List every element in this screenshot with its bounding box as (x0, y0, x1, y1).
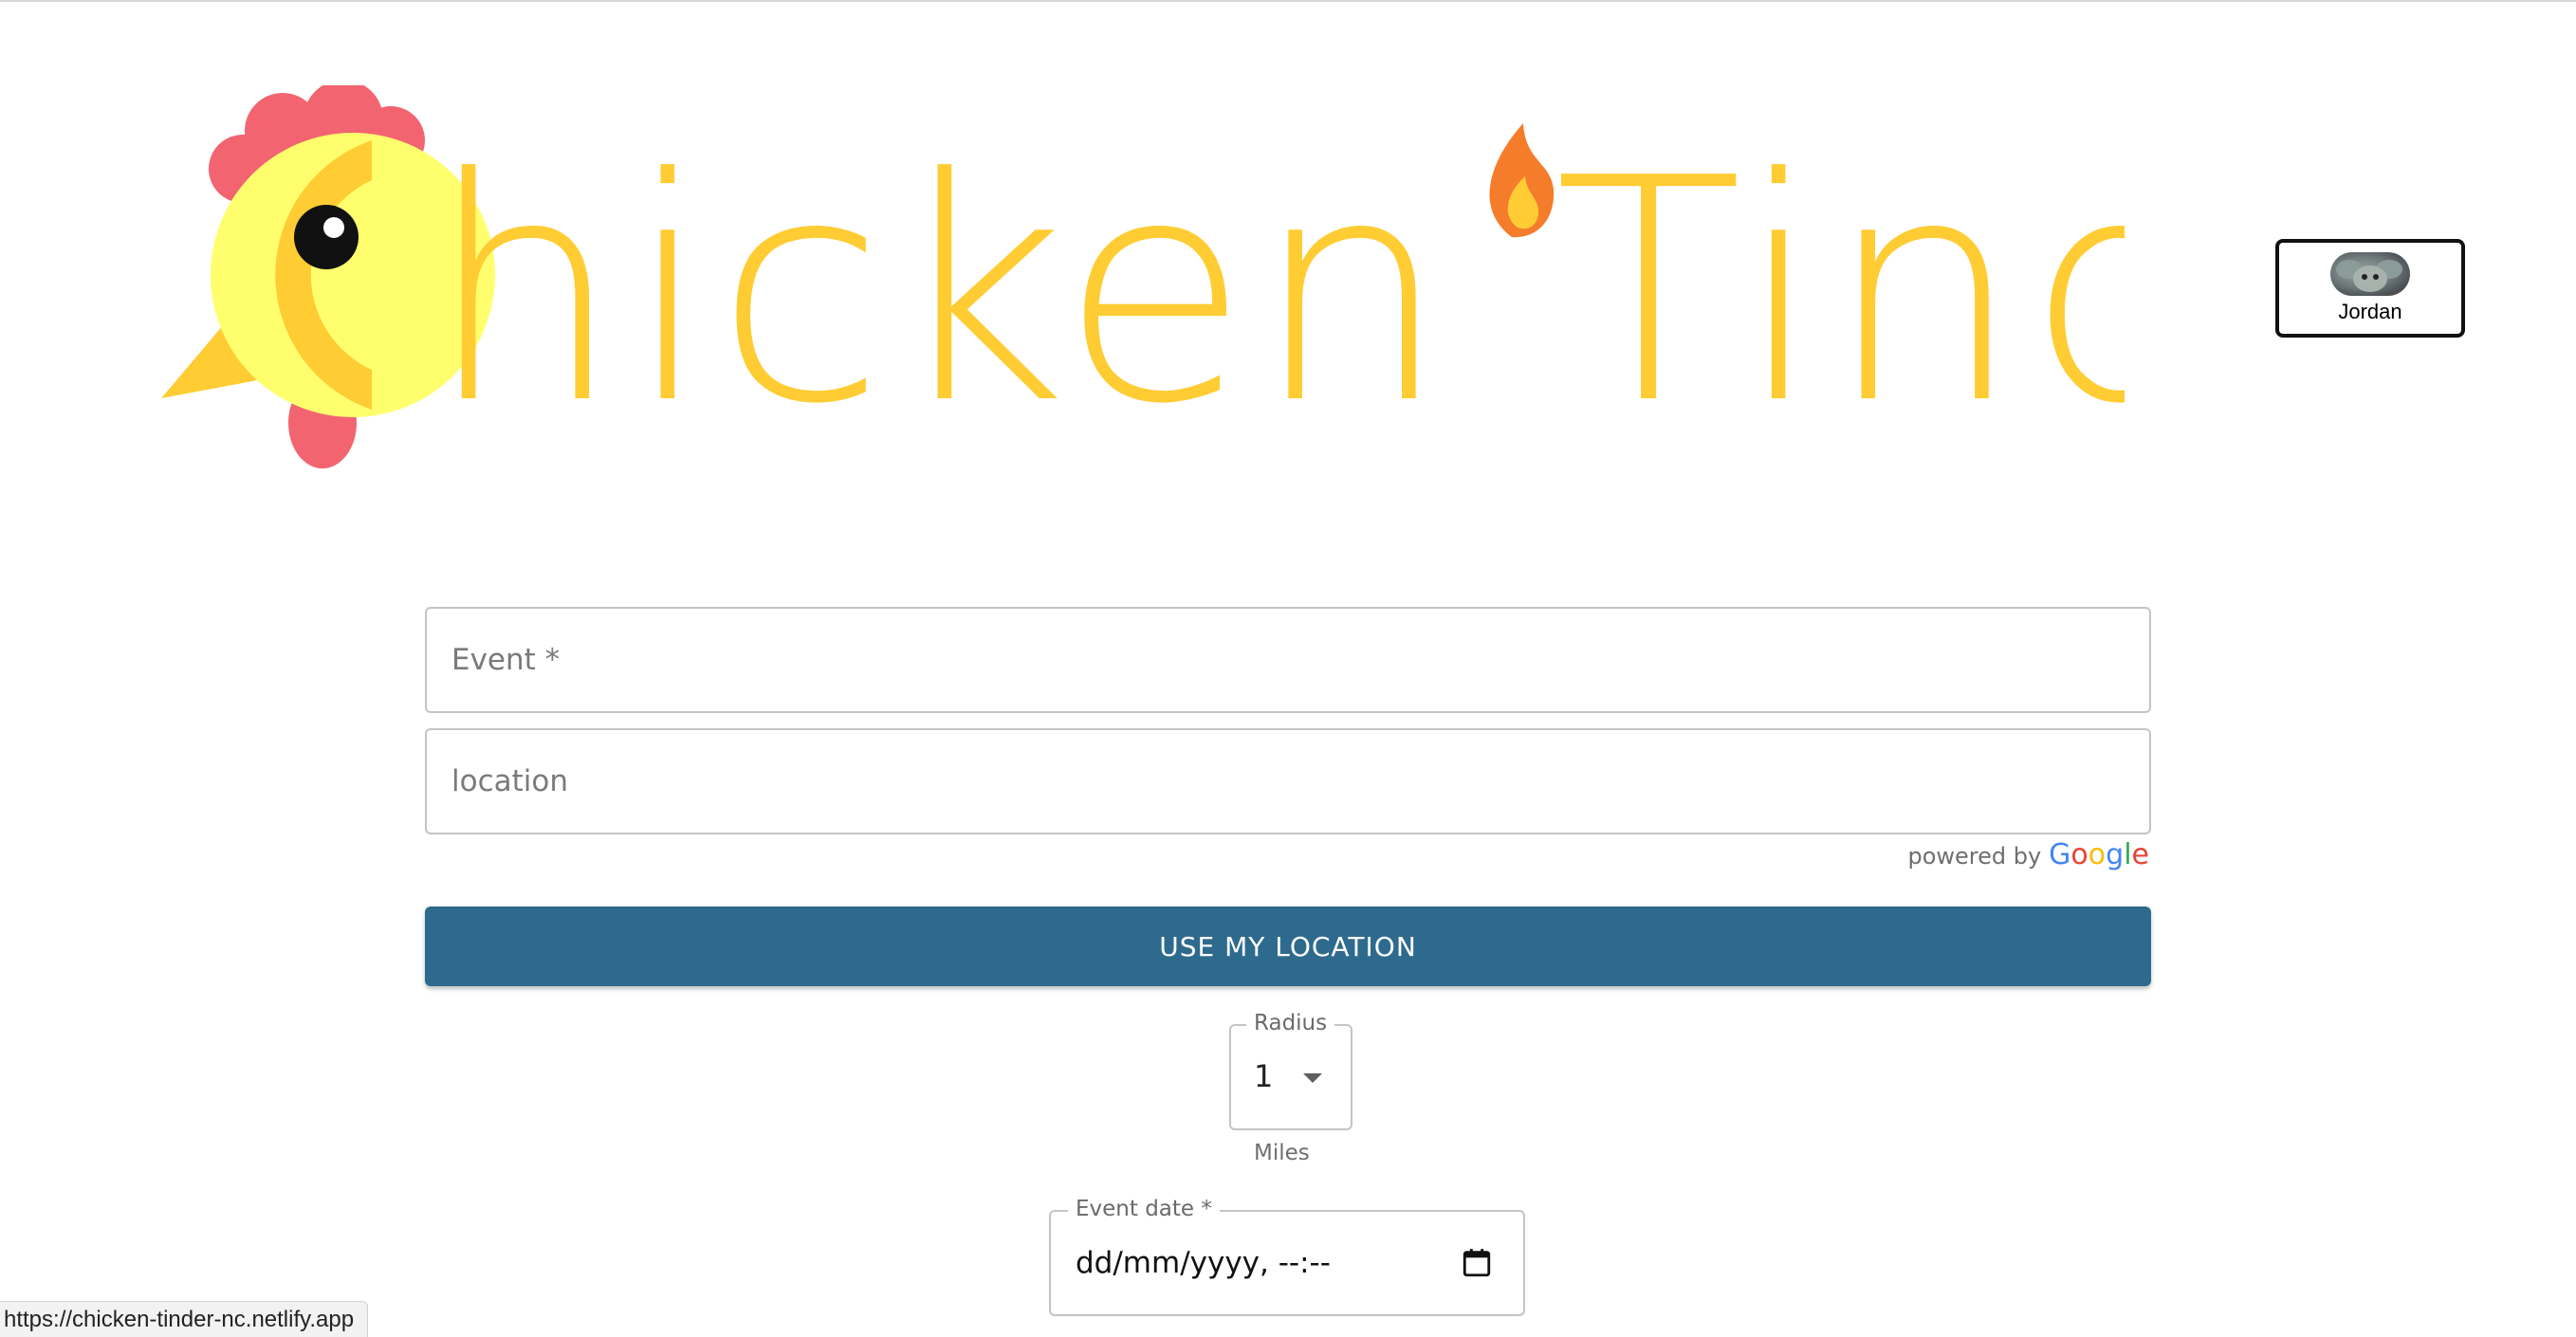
user-name-label: Jordan (2338, 300, 2402, 323)
google-letter: g (2106, 838, 2125, 871)
event-date-legend: Event date * (1068, 1197, 1220, 1221)
event-date-input[interactable]: Event date * dd/mm/yyyy, --:-- (1049, 1197, 1525, 1316)
radius-legend: Radius (1246, 1011, 1335, 1035)
radius-unit-label: Miles (1254, 1141, 1310, 1165)
radius-select[interactable]: Radius 1 (1229, 1011, 1352, 1130)
user-avatar (2330, 252, 2410, 296)
user-profile-button[interactable]: Jordan (2275, 239, 2465, 338)
google-letter: l (2124, 838, 2132, 871)
google-letter: o (2088, 838, 2107, 871)
calendar-icon[interactable] (1461, 1246, 1493, 1280)
powered-by-google: powered by Google (1907, 838, 2149, 871)
google-wordmark: Google (2049, 838, 2149, 871)
google-letter: e (2131, 838, 2149, 871)
logo-wordmark: hicken Tinder (427, 112, 2125, 471)
event-input[interactable]: Event * (425, 607, 2151, 713)
location-placeholder: location (451, 764, 569, 798)
chevron-down-icon (1303, 1073, 1322, 1083)
powered-by-label: powered by (1907, 843, 2042, 870)
google-letter: o (2070, 838, 2088, 871)
event-placeholder: Event * (451, 643, 561, 677)
top-rule (0, 0, 2576, 2)
location-input[interactable]: location (425, 728, 2151, 834)
google-letter: G (2049, 838, 2071, 871)
radius-value: 1 (1254, 1058, 1274, 1094)
status-bar-url: https://chicken-tinder-nc.netlify.app (0, 1301, 369, 1337)
chicken-eye-shape (294, 205, 359, 269)
event-date-value: dd/mm/yyyy, --:-- (1076, 1246, 1331, 1280)
chicken-tinder-logo: hicken Tinder (152, 85, 2125, 484)
chicken-eye-highlight (323, 217, 344, 238)
use-my-location-button[interactable]: USE MY LOCATION (425, 907, 2151, 986)
